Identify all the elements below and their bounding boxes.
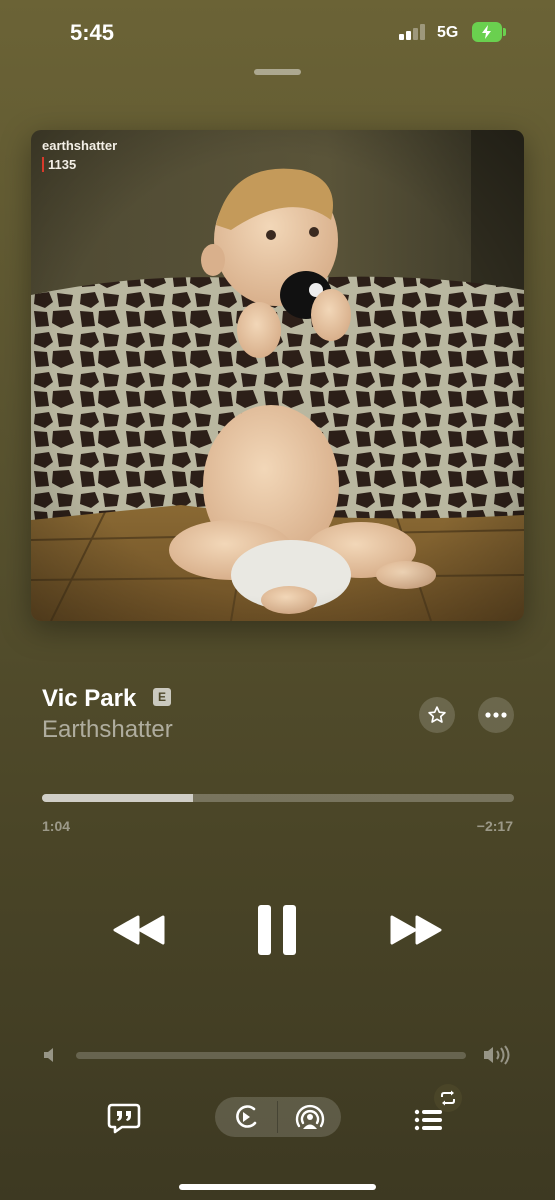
airplay-button[interactable] <box>290 1100 330 1134</box>
battery-charging-icon <box>472 22 506 42</box>
elapsed-time: 1:04 <box>42 818 71 834</box>
rewind-button[interactable] <box>108 905 170 955</box>
rewind-icon <box>113 915 165 945</box>
more-options-button[interactable] <box>478 697 514 733</box>
repeat-icon <box>441 1090 455 1106</box>
status-time: 5:45 <box>70 20 115 45</box>
autoplay-icon <box>236 1105 257 1128</box>
pause-icon <box>258 905 296 955</box>
fast-forward-button[interactable] <box>385 905 447 955</box>
explicit-badge: E <box>153 688 171 706</box>
volume-low-icon <box>42 1046 58 1069</box>
lyrics-quote-icon <box>107 1103 141 1134</box>
artwork-number-text: 1135 <box>42 157 76 172</box>
star-icon <box>428 706 446 723</box>
repeat-badge[interactable] <box>434 1084 462 1112</box>
track-title[interactable]: Vic Park <box>42 685 136 713</box>
home-indicator[interactable] <box>179 1184 376 1190</box>
lyrics-button[interactable] <box>106 1100 142 1136</box>
album-artwork <box>31 130 524 621</box>
track-artist[interactable]: Earthshatter <box>42 716 173 744</box>
pause-button[interactable] <box>248 900 306 960</box>
airplay-icon <box>295 1104 325 1129</box>
playback-progress-fill <box>42 794 194 802</box>
ellipsis-icon <box>485 712 507 718</box>
fast-forward-icon <box>390 915 442 945</box>
remaining-time: −2:17 <box>476 818 513 834</box>
artwork-brand-text: earthshatter <box>42 138 118 153</box>
playback-scrubber[interactable] <box>42 794 514 802</box>
cellular-signal-icon <box>399 24 429 40</box>
network-type: 5G <box>437 24 459 41</box>
favorite-button[interactable] <box>419 697 455 733</box>
volume-high-icon <box>482 1044 512 1071</box>
autoplay-button[interactable] <box>228 1100 264 1134</box>
volume-slider[interactable] <box>76 1052 466 1059</box>
pill-divider <box>277 1101 278 1133</box>
sheet-grabber[interactable] <box>254 69 301 75</box>
